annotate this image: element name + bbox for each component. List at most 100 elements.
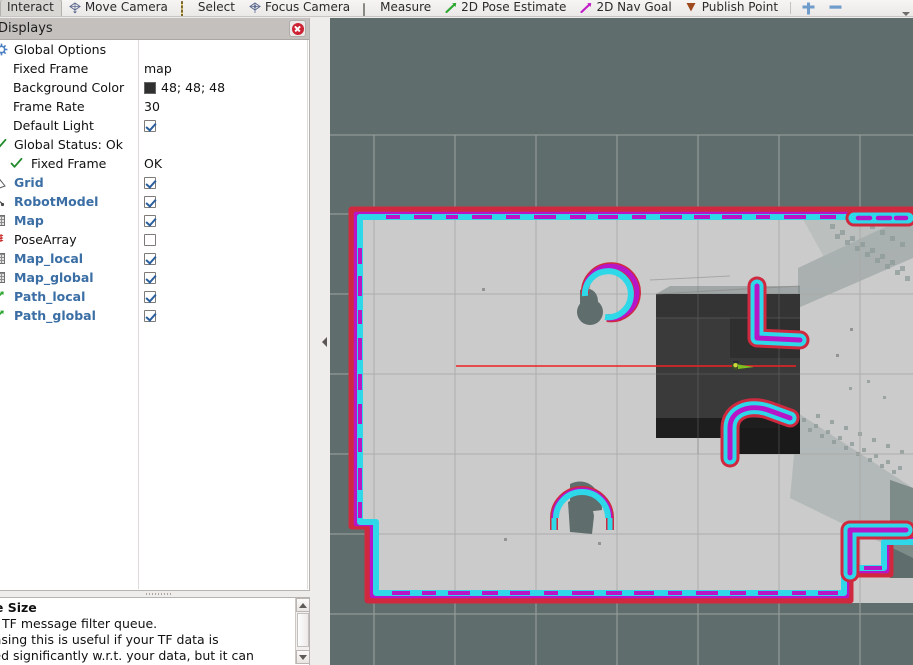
- chevron-down-icon[interactable]: [902, 12, 910, 16]
- scroll-up-arrow-icon[interactable]: [296, 598, 309, 612]
- add-tool-button[interactable]: [796, 0, 823, 16]
- tree-row-map-global[interactable]: Map_global: [0, 268, 309, 287]
- tree-row-value[interactable]: 30: [144, 97, 160, 116]
- render-view-3d[interactable]: [330, 18, 913, 665]
- measure-icon: [363, 2, 377, 16]
- tree-row-default-light[interactable]: Default Light: [0, 116, 309, 135]
- tool-measure-label: Measure: [380, 0, 432, 14]
- tree-row-value[interactable]: [144, 287, 156, 306]
- color-value-text: 48; 48; 48: [161, 80, 226, 95]
- help-heading: ue Size: [0, 600, 37, 615]
- tree-row-value[interactable]: [144, 211, 156, 230]
- tree-row-robotmodel[interactable]: RobotModel: [0, 192, 309, 211]
- displays-tree[interactable]: Global Options Fixed Frame map Backgroun…: [0, 40, 309, 589]
- grid-icon: [0, 175, 14, 191]
- tool-2d-pose-estimate[interactable]: 2D Pose Estimate: [438, 0, 573, 16]
- tree-row-grid[interactable]: Grid: [0, 173, 309, 192]
- tool-move-camera-label: Move Camera: [84, 0, 168, 14]
- tree-row-label: Map_global: [14, 270, 94, 285]
- tree-row-value[interactable]: [144, 306, 156, 325]
- help-scrollbar[interactable]: [295, 598, 309, 664]
- help-line-2: easing this is useful if your TF data is: [0, 632, 219, 647]
- tree-row-value[interactable]: [144, 268, 156, 287]
- displays-panel-title: Displays: [0, 21, 53, 36]
- tree-row-label: Map_local: [14, 251, 84, 266]
- path-local-enabled-checkbox[interactable]: [144, 290, 156, 303]
- move-camera-icon: [68, 1, 82, 14]
- tree-row-frame-rate[interactable]: Frame Rate 30: [0, 97, 309, 116]
- tool-focus-camera[interactable]: Focus Camera: [242, 0, 357, 16]
- tree-row-label: Frame Rate: [13, 99, 85, 114]
- map-icon: [0, 270, 14, 286]
- pose-array-icon: [0, 232, 14, 248]
- tree-row-label: Background Color: [13, 80, 125, 95]
- focus-camera-icon: [248, 1, 262, 14]
- tree-row-global-options[interactable]: Global Options: [0, 40, 309, 59]
- splitter-grip: [146, 593, 172, 595]
- tree-row-label: Global Status: Ok: [14, 137, 123, 152]
- tree-row-label: Grid: [14, 175, 44, 190]
- tree-row-value[interactable]: [144, 230, 156, 249]
- tree-row-value[interactable]: [144, 192, 156, 211]
- collapse-left-arrow-icon[interactable]: [319, 18, 330, 665]
- map-local-enabled-checkbox[interactable]: [144, 252, 156, 265]
- nav-goal-arrow-icon: [579, 2, 593, 14]
- tree-row-fixed-frame[interactable]: Fixed Frame map: [0, 59, 309, 78]
- tree-row-posearray[interactable]: PoseArray: [0, 230, 309, 249]
- tree-row-value[interactable]: [144, 116, 156, 135]
- status-ok-check-icon: [10, 156, 26, 172]
- tree-row-value[interactable]: 48; 48; 48: [144, 78, 225, 97]
- tool-focus-camera-label: Focus Camera: [264, 0, 351, 14]
- toolbar-separator: [790, 2, 792, 14]
- tool-measure[interactable]: Measure: [357, 0, 438, 16]
- select-icon: [180, 0, 195, 16]
- remove-tool-button[interactable]: [823, 0, 850, 16]
- tree-row-label: Global Options: [14, 42, 107, 57]
- map-global-enabled-checkbox[interactable]: [144, 271, 156, 284]
- tree-row-value[interactable]: [144, 173, 156, 192]
- status-ok-check-icon: [0, 137, 14, 153]
- main-toolbar: Interact Move Camera Select Focus Camera…: [0, 0, 913, 17]
- posearray-enabled-checkbox[interactable]: [144, 233, 156, 246]
- gear-icon: [0, 42, 14, 58]
- robotmodel-enabled-checkbox[interactable]: [144, 195, 156, 208]
- tool-publish-point[interactable]: Publish Point: [679, 0, 785, 16]
- close-icon[interactable]: [289, 20, 306, 37]
- pose-estimate-arrow-icon: [444, 2, 458, 14]
- grid-enabled-checkbox[interactable]: [144, 176, 156, 189]
- path-icon: [0, 308, 14, 324]
- tree-row-path-global[interactable]: Path_global: [0, 306, 309, 325]
- tree-row-global-status[interactable]: Global Status: Ok: [0, 135, 309, 154]
- tree-row-background-color[interactable]: Background Color 48; 48; 48: [0, 78, 309, 97]
- plus-icon: [802, 2, 816, 14]
- tool-move-camera[interactable]: Move Camera: [62, 0, 175, 16]
- tree-row-label: RobotModel: [14, 194, 99, 209]
- tool-interact[interactable]: Interact: [0, 0, 62, 16]
- tool-2d-pose-estimate-label: 2D Pose Estimate: [461, 0, 567, 14]
- render-view-canvas: [330, 18, 913, 665]
- tree-row-value[interactable]: [144, 249, 156, 268]
- map-icon: [0, 251, 14, 267]
- panel-gap: [310, 18, 319, 665]
- scrollbar-thumb[interactable]: [297, 613, 309, 647]
- tree-row-label: Default Light: [13, 118, 94, 133]
- tool-select[interactable]: Select: [175, 0, 242, 16]
- scroll-down-arrow-icon[interactable]: [296, 650, 309, 664]
- publish-point-icon: [685, 2, 699, 14]
- tree-row-value[interactable]: map: [144, 59, 172, 78]
- tree-row-map-local[interactable]: Map_local: [0, 249, 309, 268]
- help-line-3: ved significantly w.r.t. your data, but …: [0, 648, 254, 663]
- tree-row-status-fixed-frame[interactable]: Fixed Frame OK: [0, 154, 309, 173]
- tree-row-value: OK: [144, 156, 163, 171]
- tool-select-label: Select: [197, 0, 235, 14]
- map-icon: [0, 213, 14, 229]
- tool-2d-nav-goal[interactable]: 2D Nav Goal: [573, 0, 678, 16]
- tree-row-label: Map: [14, 213, 44, 228]
- displays-panel: Displays Global Options Fixed Frame map …: [0, 18, 310, 591]
- map-enabled-checkbox[interactable]: [144, 214, 156, 227]
- default-light-checkbox[interactable]: [144, 119, 156, 132]
- tree-row-path-local[interactable]: Path_local: [0, 287, 309, 306]
- tree-row-label: Path_global: [14, 308, 96, 323]
- tree-row-map[interactable]: Map: [0, 211, 309, 230]
- path-global-enabled-checkbox[interactable]: [144, 309, 156, 322]
